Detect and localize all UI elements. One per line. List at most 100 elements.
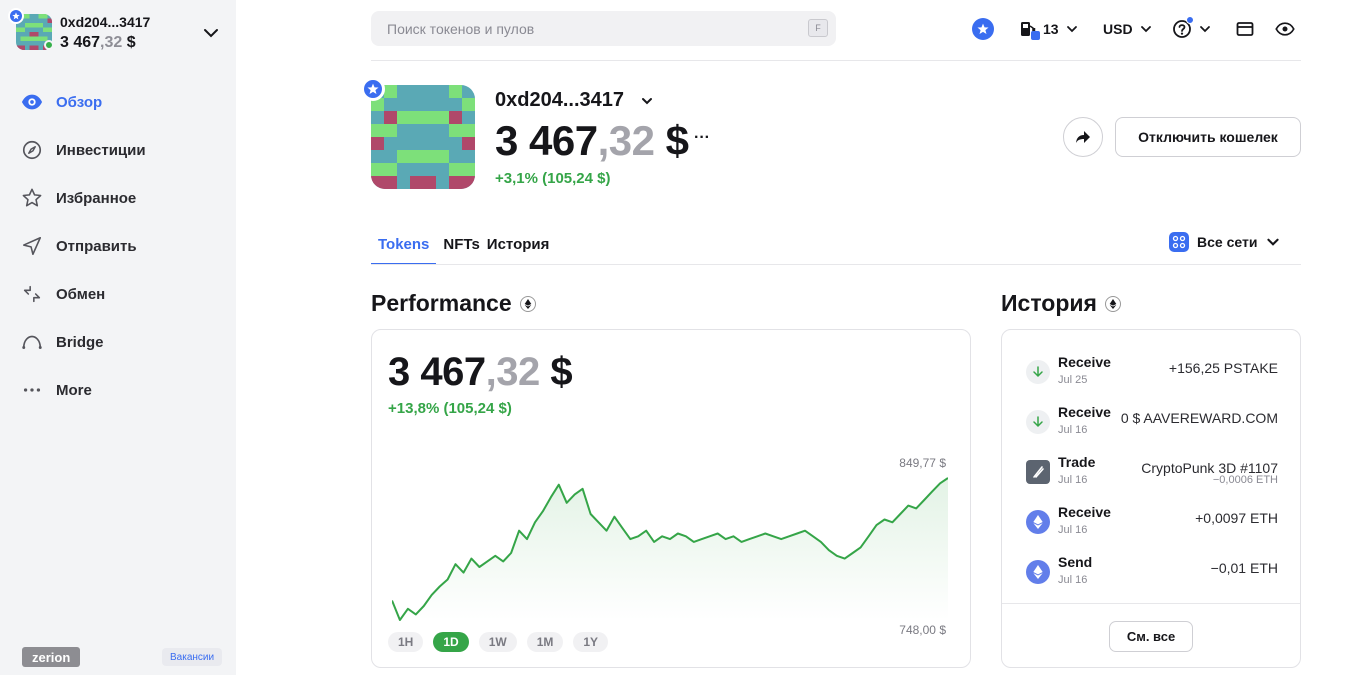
- history-type: Receive: [1058, 354, 1111, 370]
- balance-decimal: ,32: [100, 34, 123, 51]
- star-icon: [20, 186, 44, 210]
- help-menu-button[interactable]: [1172, 15, 1212, 43]
- chevron-down-icon: [1066, 26, 1077, 33]
- history-date: Jul 16: [1058, 524, 1088, 536]
- performance-card: 3 467,32 $ +13,8% (105,24 $) 849,77 $ 74…: [371, 329, 971, 668]
- eye-icon: [1275, 22, 1295, 36]
- more-options-button[interactable]: ···: [694, 129, 710, 147]
- history-date: Jul 16: [1058, 474, 1088, 486]
- performance-chart[interactable]: [392, 470, 948, 630]
- chevron-down-icon: [1200, 26, 1210, 33]
- history-row[interactable]: Receive Jul 16 +0,0097 ETH: [1026, 504, 1278, 544]
- sidebar-item-label: Отправить: [56, 237, 137, 255]
- chevron-down-icon: [1140, 26, 1151, 33]
- balance-currency: $: [539, 350, 573, 394]
- network-selector[interactable]: Все сети: [1169, 231, 1281, 253]
- history-card: Receive Jul 25 +156,25 PSTAKE Receive Ju…: [1001, 329, 1301, 668]
- balance-integer: 3 467: [388, 350, 486, 394]
- wallet-balance: 3 467,32 $: [60, 34, 136, 52]
- profile-address[interactable]: 0xd204...3417: [495, 89, 624, 112]
- range-1y-button[interactable]: 1Y: [573, 632, 609, 652]
- history-row[interactable]: Receive Jul 25 +156,25 PSTAKE: [1026, 354, 1278, 394]
- currency-value: USD: [1103, 21, 1133, 37]
- star-badge-icon: [361, 77, 385, 101]
- eth-icon: [1026, 560, 1050, 584]
- range-1d-button[interactable]: 1D: [433, 632, 469, 652]
- sidebar-item-favorites[interactable]: Избранное: [20, 174, 220, 222]
- eth-icon: [519, 295, 536, 312]
- tab-history[interactable]: История: [487, 228, 557, 265]
- gas-price-button[interactable]: 13: [1019, 15, 1079, 43]
- compass-icon: [20, 138, 44, 162]
- chart-max-label: 849,77 $: [899, 456, 946, 470]
- sidebar-item-label: Обзор: [56, 93, 103, 111]
- history-title-text: История: [1001, 290, 1097, 316]
- sidebar-item-label: Избранное: [56, 189, 137, 207]
- range-selector: 1H 1D 1W 1M 1Y: [388, 632, 609, 652]
- card-button[interactable]: [1236, 15, 1254, 43]
- chevron-down-icon[interactable]: [640, 94, 654, 108]
- sidebar-item-overview[interactable]: Обзор: [20, 78, 220, 126]
- chevron-down-icon[interactable]: [202, 24, 220, 42]
- balance-change: +3,1% (105,24 $): [495, 170, 611, 187]
- networks-grid-icon: [1169, 232, 1189, 252]
- question-icon: [1172, 16, 1194, 39]
- balance-integer: 3 467: [495, 117, 598, 164]
- history-type: Trade: [1058, 454, 1096, 470]
- history-title: История: [1001, 290, 1121, 317]
- range-1w-button[interactable]: 1W: [478, 632, 517, 652]
- gas-price-value: 13: [1043, 21, 1059, 37]
- wallet-switcher[interactable]: 0xd204...3417 3 467,32 $: [8, 8, 224, 56]
- history-subamount: −0,0006 ETH: [1212, 474, 1278, 486]
- history-amount: +0,0097 ETH: [1195, 510, 1278, 526]
- tab-nfts[interactable]: NFTs: [436, 228, 486, 265]
- history-row[interactable]: Receive Jul 16 0 $ AAVEREWARD.COM: [1026, 404, 1278, 444]
- bridge-icon: [20, 330, 44, 354]
- history-row[interactable]: Trade Jul 16 CryptoPunk 3D #1107 −0,0006…: [1026, 454, 1278, 494]
- sidebar-item-label: More: [56, 381, 92, 399]
- star-badge-icon: [972, 18, 994, 40]
- currency-selector[interactable]: USD: [1103, 15, 1153, 43]
- search-input[interactable]: [371, 11, 836, 46]
- zerion-logo[interactable]: zerion: [22, 647, 81, 667]
- more-icon: [20, 378, 44, 402]
- history-row[interactable]: Send Jul 16 −0,01 ETH: [1026, 554, 1278, 594]
- history-date: Jul 16: [1058, 424, 1088, 436]
- history-amount: +156,25 PSTAKE: [1168, 360, 1278, 376]
- disconnect-wallet-button[interactable]: Отключить кошелек: [1115, 117, 1301, 157]
- performance-balance: 3 467,32 $: [388, 350, 573, 395]
- chevron-down-icon: [1267, 238, 1280, 246]
- sidebar-item-swap[interactable]: Обмен: [20, 270, 220, 318]
- arrow-down-icon: [1026, 410, 1050, 434]
- swap-icon: [20, 282, 44, 306]
- tab-bar: Tokens NFTs История: [371, 228, 556, 265]
- sidebar-item-send[interactable]: Отправить: [20, 222, 220, 270]
- range-1h-button[interactable]: 1H: [388, 632, 424, 652]
- credit-card-icon: [1236, 22, 1254, 36]
- sidebar-item-investments[interactable]: Инвестиции: [20, 126, 220, 174]
- sidebar-item-label: Инвестиции: [56, 141, 146, 159]
- sidebar-item-bridge[interactable]: Bridge: [20, 318, 220, 366]
- sidebar-item-more[interactable]: More: [20, 366, 220, 414]
- history-type: Receive: [1058, 504, 1111, 520]
- range-1m-button[interactable]: 1M: [526, 632, 564, 652]
- profile-avatar: [371, 85, 475, 189]
- sidebar-item-label: Обмен: [56, 285, 106, 303]
- wallet-address: 0xd204...3417: [60, 14, 151, 30]
- arrow-down-icon: [1026, 360, 1050, 384]
- eth-icon: [1104, 295, 1121, 312]
- history-type: Send: [1058, 554, 1093, 570]
- chart-area-fill: [392, 478, 948, 620]
- visibility-toggle-button[interactable]: [1275, 15, 1295, 43]
- see-all-button[interactable]: См. все: [1109, 621, 1193, 652]
- performance-change: +13,8% (105,24 $): [388, 400, 512, 417]
- sidebar: 0xd204...3417 3 467,32 $ Обзор Инвестици…: [0, 0, 236, 675]
- share-button[interactable]: [1063, 117, 1103, 157]
- tab-tokens[interactable]: Tokens: [371, 228, 437, 265]
- balance-decimal: ,32: [597, 117, 655, 164]
- favorites-star-button[interactable]: [972, 15, 994, 43]
- history-date: Jul 16: [1058, 574, 1088, 586]
- share-arrow-icon: [1076, 131, 1090, 143]
- jobs-link[interactable]: Вакансии: [162, 648, 223, 666]
- profile-balance: 3 467,32 $: [495, 117, 689, 165]
